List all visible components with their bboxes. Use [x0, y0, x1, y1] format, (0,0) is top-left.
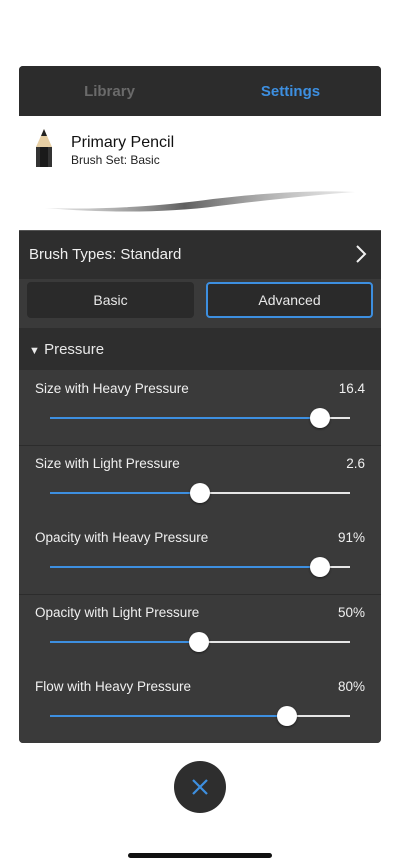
- slider-label: Opacity with Heavy Pressure: [35, 530, 209, 545]
- tab-bar: Library Settings: [19, 66, 381, 116]
- slider-value: 91%: [337, 530, 365, 545]
- slider-thumb[interactable]: [188, 631, 209, 652]
- slider-track[interactable]: [50, 557, 350, 577]
- chevron-right-icon: [356, 245, 367, 263]
- home-indicator: [128, 853, 272, 858]
- advanced-mode-button[interactable]: Advanced: [206, 282, 373, 318]
- slider-track[interactable]: [50, 482, 350, 503]
- brush-preview-card: Primary Pencil Brush Set: Basic: [19, 116, 381, 230]
- brush-name: Primary Pencil: [71, 134, 175, 151]
- brush-types-row[interactable]: Brush Types: Standard: [19, 230, 381, 279]
- brush-set: Brush Set: Basic: [71, 153, 160, 167]
- brush-settings-panel: Library Settings Primary Pencil Brush Se…: [19, 66, 381, 743]
- slider-track[interactable]: [50, 408, 350, 428]
- slider-fill: [50, 640, 199, 643]
- pressure-section-header[interactable]: ▼ Pressure: [19, 328, 381, 370]
- slider-fill: [50, 417, 320, 419]
- tab-library[interactable]: Library: [19, 66, 200, 116]
- tab-settings[interactable]: Settings: [200, 66, 381, 116]
- disclosure-triangle-icon: ▼: [29, 345, 40, 357]
- slider-row: Flow with Heavy Pressure 80%: [19, 669, 381, 743]
- slider-thumb[interactable]: [310, 408, 330, 428]
- slider-value: 50%: [337, 604, 365, 620]
- brush-stroke-preview: [45, 191, 355, 212]
- slider-track[interactable]: [50, 706, 350, 726]
- close-button[interactable]: [174, 761, 226, 813]
- slider-row: Size with Heavy Pressure 16.4: [19, 371, 381, 446]
- close-icon: [192, 779, 208, 795]
- slider-value: 16.4: [338, 381, 365, 396]
- slider-label: Opacity with Light Pressure: [35, 604, 200, 620]
- slider-label: Size with Heavy Pressure: [35, 381, 189, 396]
- slider-fill: [50, 491, 200, 494]
- slider-label: Size with Light Pressure: [35, 455, 180, 471]
- slider-fill: [50, 566, 320, 568]
- pencil-brush-icon: [36, 129, 52, 167]
- slider-thumb[interactable]: [310, 557, 330, 577]
- brush-types-label: Brush Types: Standard: [29, 246, 182, 263]
- section-title: Pressure: [44, 341, 105, 358]
- slider-row: Size with Light Pressure 2.6: [19, 445, 381, 521]
- slider-fill: [50, 715, 287, 717]
- slider-thumb[interactable]: [277, 706, 297, 726]
- slider-thumb[interactable]: [190, 482, 210, 503]
- slider-row: Opacity with Light Pressure 50%: [19, 594, 381, 670]
- slider-track[interactable]: [50, 631, 350, 652]
- slider-label: Flow with Heavy Pressure: [35, 679, 192, 694]
- slider-row: Opacity with Heavy Pressure 91%: [19, 520, 381, 595]
- pressure-section-label: ▼ Pressure: [29, 341, 104, 358]
- basic-mode-button[interactable]: Basic: [27, 282, 194, 318]
- slider-value: 80%: [337, 679, 365, 694]
- slider-value: 2.6: [346, 455, 365, 471]
